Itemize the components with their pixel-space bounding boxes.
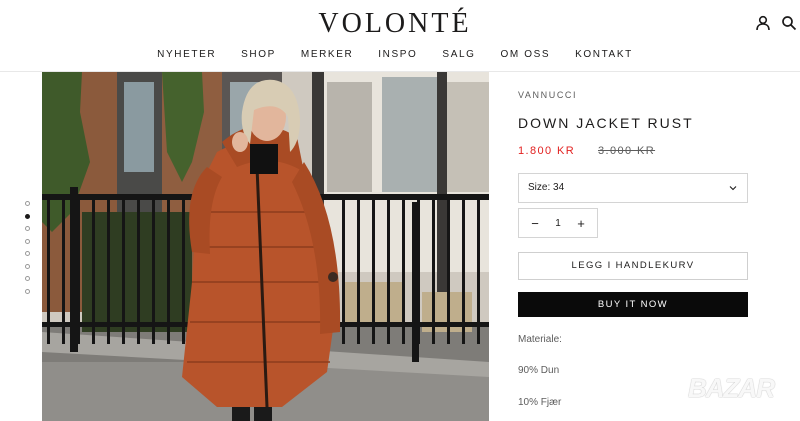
gallery-dot[interactable] [25,288,30,294]
bazar-watermark: BAZAR [688,373,775,403]
size-select-value: Size: 34 [528,182,565,193]
size-select[interactable]: Size: 34 [518,173,748,203]
gallery-dot[interactable] [25,276,30,281]
nav-item-salg[interactable]: SALG [442,49,475,60]
chevron-down-icon [729,186,737,191]
user-icon[interactable] [755,15,771,31]
quantity-value[interactable]: 1 [555,218,561,229]
product-title: DOWN JACKET RUST [518,115,694,131]
site-logo[interactable]: VOLONTÉ [0,8,790,40]
original-price: 3.000 KR [598,145,656,157]
gallery-dot-active[interactable] [25,213,30,219]
search-icon[interactable] [781,15,797,31]
gallery-dots [25,201,31,301]
product-photo[interactable] [42,72,489,421]
material-label: Materiale: [518,334,562,345]
nav-item-merker[interactable]: MERKER [301,49,353,60]
gallery-dot[interactable] [25,201,30,206]
nav-item-shop[interactable]: SHOP [241,49,276,60]
main-nav: NYHETER SHOP MERKER INSPO SALG OM OSS KO… [0,49,790,60]
material-line: 10% Fjær [518,397,562,408]
product-photo-illustration [42,72,489,421]
gallery-dot[interactable] [25,251,30,256]
quantity-decrease-button[interactable]: − [528,216,542,231]
add-to-cart-button[interactable]: LEGG I HANDLEKURV [518,252,748,280]
gallery-dot[interactable] [25,263,30,269]
nav-item-inspo[interactable]: INSPO [378,49,417,60]
sale-price: 1.800 KR [518,145,576,157]
nav-item-kontakt[interactable]: KONTAKT [575,49,633,60]
material-line: 90% Dun [518,365,560,376]
product-brand[interactable]: VANNUCCI [518,90,577,100]
buy-now-button[interactable]: BUY IT NOW [518,292,748,317]
gallery-dot[interactable] [25,226,30,231]
quantity-increase-button[interactable]: + [574,216,588,231]
site-header: VOLONTÉ NYHETER SHOP MERKER INSPO SALG O… [0,0,800,72]
nav-item-nyheter[interactable]: NYHETER [157,49,216,60]
nav-item-om-oss[interactable]: OM OSS [501,49,551,60]
gallery-dot[interactable] [25,238,30,244]
quantity-stepper: − 1 + [518,208,598,238]
